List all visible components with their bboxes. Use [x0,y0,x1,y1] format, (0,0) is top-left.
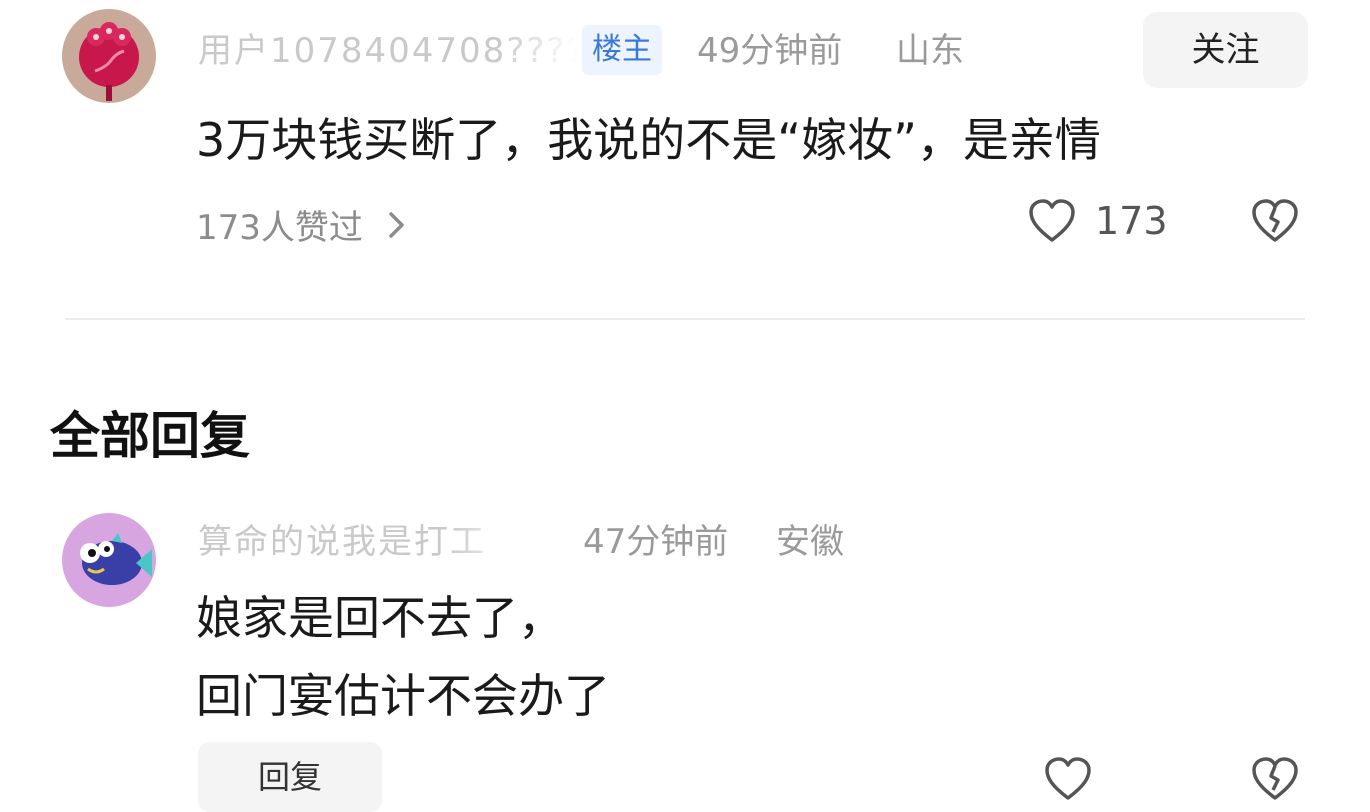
likers-text: 173人赞过 [196,208,363,248]
reply-username-text: 算命的说我是打工 [198,522,486,562]
reply-avatar[interactable] [62,513,156,607]
comment-username[interactable]: 用户1078404708????? [198,26,578,76]
avatar[interactable] [62,9,156,103]
reply-location: 安徽 [776,522,844,562]
heart-icon[interactable] [1028,198,1076,248]
like-count: 173 [1095,199,1168,243]
reply-broken-heart-icon[interactable] [1251,756,1299,806]
reply-text-line-2: 回门宴估计不会办了 [196,669,610,723]
likers-link[interactable]: 173人赞过 [196,200,406,249]
reply-time: 47分钟前 [583,522,729,562]
reply-username[interactable]: 算命的说我是打工 [198,517,528,567]
reply-text-line-1: 娘家是回不去了， [196,591,564,645]
op-badge: 楼主 [582,25,662,75]
follow-button[interactable]: 关注 [1143,12,1308,88]
divider [65,318,1305,320]
broken-heart-icon[interactable] [1251,198,1299,248]
section-title: 全部回复 [50,407,250,465]
reply-heart-icon[interactable] [1044,756,1092,806]
avatar-fish-icon [62,513,156,607]
comment-location: 山东 [896,31,964,71]
avatar-flower-icon [62,9,156,103]
reply-button[interactable]: 回复 [198,742,382,812]
chevron-right-icon [388,208,406,248]
comment-text: 3万块钱买断了，我说的不是“嫁妆”，是亲情 [196,113,1101,167]
comment-time: 49分钟前 [697,31,843,71]
